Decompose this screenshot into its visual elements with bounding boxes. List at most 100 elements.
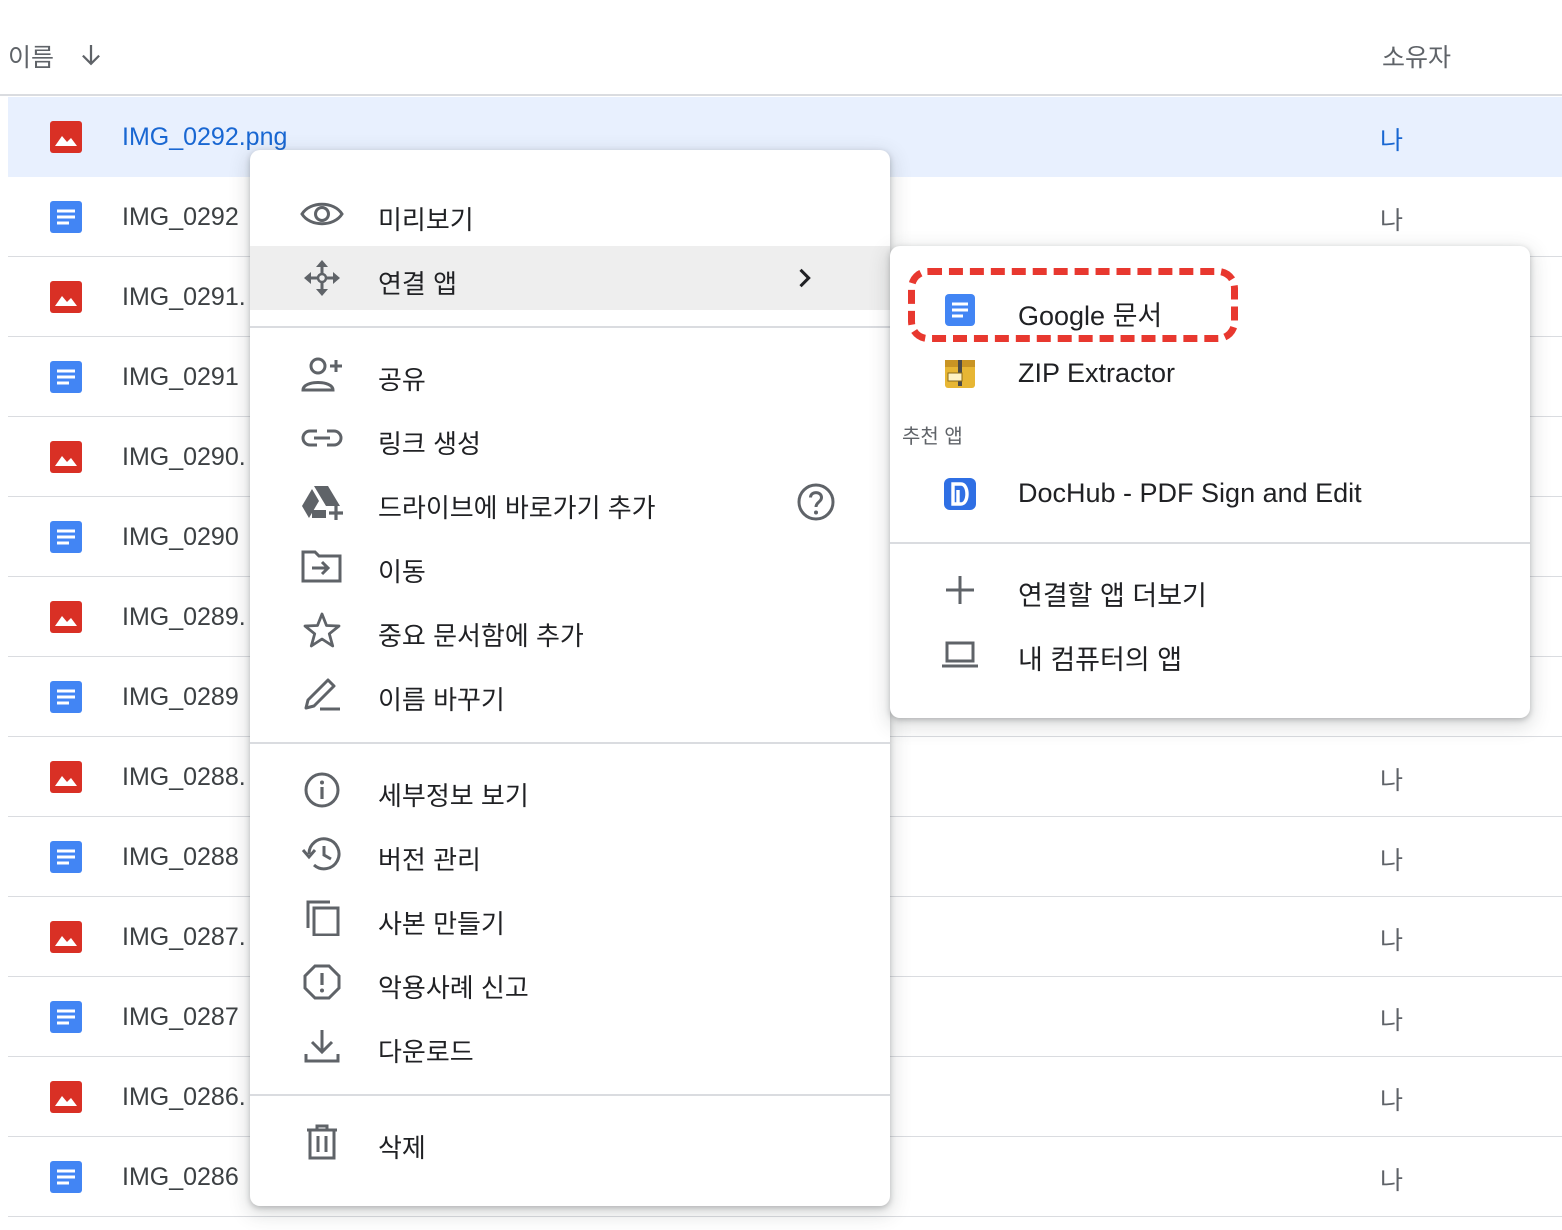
- download-icon: [304, 1030, 340, 1063]
- file-name[interactable]: IMG_0290.: [122, 443, 246, 472]
- file-owner: 나: [1380, 927, 1404, 955]
- google-docs-file-icon: [50, 1161, 82, 1193]
- file-name[interactable]: IMG_0292: [122, 203, 239, 232]
- file-name[interactable]: IMG_0287.: [122, 923, 246, 952]
- column-header-name[interactable]: 이름: [8, 38, 54, 74]
- menu-item-label: 링크 생성: [378, 429, 481, 459]
- menu-item-add-shortcut[interactable]: 드라이브에 바로가기 추가: [250, 470, 890, 534]
- file-name[interactable]: IMG_0288.: [122, 763, 246, 792]
- file-name[interactable]: IMG_0292.png: [122, 123, 287, 152]
- menu-item-label: 악용사례 신고: [378, 973, 529, 1003]
- column-header-owner[interactable]: 소유자: [1382, 38, 1451, 74]
- menu-item-label: 미리보기: [378, 205, 474, 235]
- file-owner: 나: [1380, 767, 1404, 795]
- arrow-down-icon[interactable]: [76, 40, 106, 70]
- menu-item-label: 이동: [378, 557, 426, 587]
- drive-shortcut-icon: [302, 486, 343, 520]
- file-name[interactable]: IMG_0287: [122, 1003, 239, 1032]
- menu-item-versions[interactable]: 버전 관리: [250, 822, 890, 886]
- google-docs-file-icon: [50, 201, 82, 233]
- menu-item-label: 삭제: [378, 1133, 426, 1163]
- menu-divider: [250, 326, 890, 328]
- submenu-item-dochub[interactable]: DocHub - PDF Sign and Edit: [890, 462, 1530, 526]
- menu-item-label: 사본 만들기: [378, 909, 505, 939]
- google-docs-file-icon: [50, 521, 82, 553]
- image-file-icon: [50, 281, 82, 313]
- menu-item-label: 다운로드: [378, 1037, 474, 1067]
- menu-item-preview[interactable]: 미리보기: [250, 182, 890, 246]
- menu-item-copy[interactable]: 사본 만들기: [250, 886, 890, 950]
- image-file-icon: [50, 761, 82, 793]
- file-name[interactable]: IMG_0286.: [122, 1083, 246, 1112]
- chevron-right-icon: [799, 268, 811, 288]
- file-name[interactable]: IMG_0286: [122, 1163, 239, 1192]
- menu-item-details[interactable]: 세부정보 보기: [250, 758, 890, 822]
- menu-item-label: 연결 앱: [378, 269, 457, 299]
- link-icon: [301, 429, 343, 447]
- move-to-folder-icon: [301, 550, 342, 583]
- open-with-submenu: Google 문서 ZIP Extractor 추천 앱 DocHub - PD…: [890, 246, 1530, 718]
- menu-item-share[interactable]: 공유: [250, 342, 890, 406]
- menu-item-label: 세부정보 보기: [378, 781, 529, 811]
- menu-divider: [250, 1094, 890, 1096]
- zip-extractor-icon: [945, 360, 975, 388]
- menu-item-label: 이름 바꾸기: [378, 685, 505, 715]
- google-docs-file-icon: [50, 1001, 82, 1033]
- trash-icon: [307, 1124, 337, 1160]
- file-list-header: 이름 소유자: [0, 0, 1562, 96]
- submenu-item-label: 내 컴퓨터의 앱: [1018, 645, 1183, 675]
- dochub-icon: [944, 478, 976, 510]
- submenu-item-zip-extractor[interactable]: ZIP Extractor: [890, 342, 1530, 406]
- google-docs-file-icon: [50, 361, 82, 393]
- menu-item-label: 공유: [378, 365, 426, 395]
- google-docs-file-icon: [50, 841, 82, 873]
- file-name[interactable]: IMG_0290: [122, 523, 239, 552]
- eye-icon: [300, 202, 344, 226]
- menu-item-label: 중요 문서함에 추가: [378, 621, 584, 651]
- menu-item-report[interactable]: 악용사례 신고: [250, 950, 890, 1014]
- submenu-item-label: ZIP Extractor: [1018, 358, 1176, 388]
- file-name[interactable]: IMG_0291: [122, 363, 239, 392]
- file-name[interactable]: IMG_0288: [122, 843, 239, 872]
- menu-item-label: 드라이브에 바로가기 추가: [378, 493, 656, 523]
- file-owner: 나: [1380, 1167, 1404, 1195]
- menu-item-move[interactable]: 이동: [250, 534, 890, 598]
- pencil-icon: [304, 678, 340, 711]
- file-owner: 나: [1380, 1007, 1404, 1035]
- menu-item-download[interactable]: 다운로드: [250, 1014, 890, 1078]
- menu-item-add-starred[interactable]: 중요 문서함에 추가: [250, 598, 890, 662]
- menu-divider: [250, 742, 890, 744]
- add-person-icon: [301, 357, 342, 392]
- image-file-icon: [50, 1081, 82, 1113]
- menu-item-delete[interactable]: 삭제: [250, 1110, 890, 1174]
- image-file-icon: [50, 601, 82, 633]
- google-docs-file-icon: [50, 681, 82, 713]
- plus-icon: [946, 576, 974, 604]
- help-icon[interactable]: [796, 482, 836, 522]
- report-octagon-icon: [303, 964, 341, 1000]
- copy-icon: [306, 900, 340, 936]
- context-menu: 미리보기 연결 앱 공유 링크 생성 드라이브에 바로가기 추가 이동 중요 문…: [250, 150, 890, 1206]
- submenu-item-computer-apps[interactable]: 내 컴퓨터의 앱: [890, 622, 1530, 686]
- menu-item-open-with[interactable]: 연결 앱: [250, 246, 890, 310]
- file-owner: 나: [1380, 207, 1404, 235]
- suggested-apps-heading: 추천 앱: [902, 426, 963, 448]
- submenu-item-label: DocHub - PDF Sign and Edit: [1018, 478, 1362, 508]
- image-file-icon: [50, 441, 82, 473]
- image-file-icon: [50, 921, 82, 953]
- highlight-annotation: [908, 268, 1238, 342]
- file-name[interactable]: IMG_0289.: [122, 603, 246, 632]
- submenu-divider: [890, 542, 1530, 544]
- laptop-icon: [942, 641, 978, 668]
- submenu-item-connect-more[interactable]: 연결할 앱 더보기: [890, 558, 1530, 622]
- move-arrows-icon: [304, 260, 340, 296]
- file-name[interactable]: IMG_0289: [122, 683, 239, 712]
- menu-item-rename[interactable]: 이름 바꾸기: [250, 662, 890, 726]
- history-icon: [301, 837, 341, 871]
- submenu-item-label: 연결할 앱 더보기: [1018, 581, 1207, 611]
- file-name[interactable]: IMG_0291.: [122, 283, 246, 312]
- star-icon: [303, 612, 341, 648]
- info-icon: [304, 772, 340, 808]
- file-owner: 나: [1380, 1087, 1404, 1115]
- menu-item-get-link[interactable]: 링크 생성: [250, 406, 890, 470]
